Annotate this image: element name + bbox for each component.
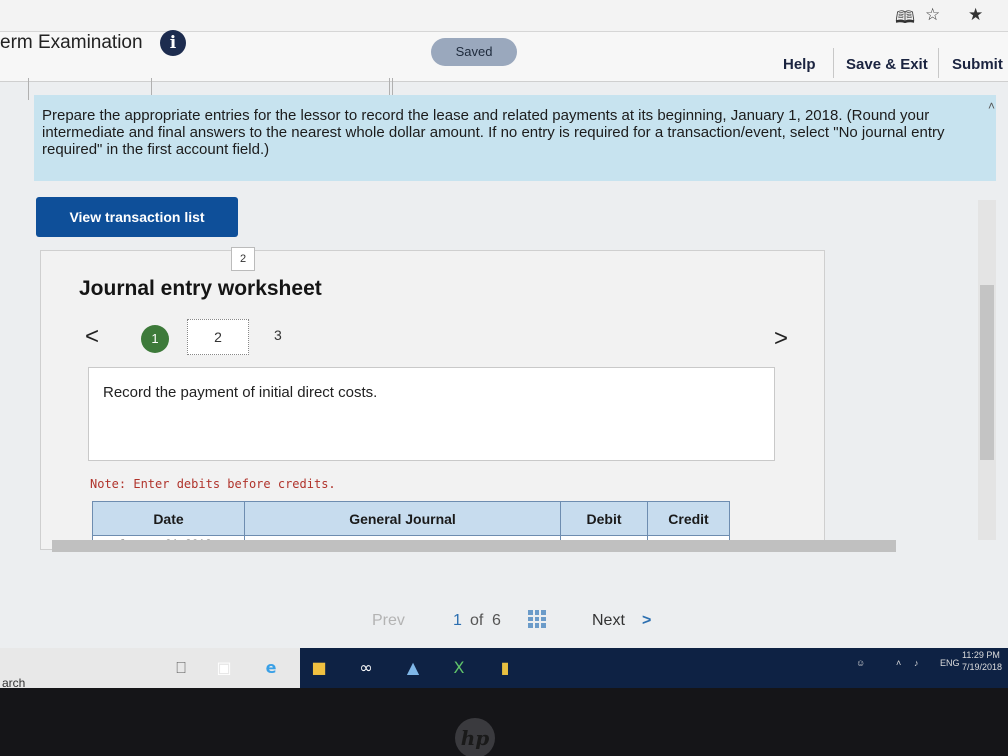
page-total: 6 xyxy=(492,612,501,629)
table-header-row: Date General Journal Debit Credit xyxy=(92,501,730,536)
screen: 🕮 ☆ ★ erm Examination i Saved Help Save … xyxy=(0,0,1008,648)
microphone-icon[interactable]: ⎕ xyxy=(170,658,192,678)
photos-icon[interactable]: ▲ xyxy=(402,658,424,678)
credit-header: Credit xyxy=(647,501,730,536)
view-transaction-list-button[interactable]: View transaction list xyxy=(36,197,238,237)
hp-logo: hp xyxy=(455,718,495,756)
file-explorer-icon[interactable]: ■ xyxy=(308,658,330,678)
help-link[interactable]: Help xyxy=(783,56,816,73)
app-header: erm Examination i Saved Help Save & Exit… xyxy=(0,30,1008,82)
exam-title: erm Examination xyxy=(0,32,143,53)
favorites-bar-icon[interactable]: ★ xyxy=(968,5,983,25)
debit-header: Debit xyxy=(560,501,648,536)
worksheet-badge: 2 xyxy=(231,247,255,271)
volume-icon[interactable]: ♪ xyxy=(914,658,919,668)
star-icon[interactable]: ☆ xyxy=(925,5,940,25)
step-1-button[interactable]: 1 xyxy=(141,325,169,353)
info-icon[interactable]: i xyxy=(160,30,186,56)
chevron-up-icon[interactable]: ˄ xyxy=(896,658,901,668)
task-view-icon[interactable]: ▣ xyxy=(213,658,235,678)
page-current: 1 xyxy=(453,612,462,629)
submit-link[interactable]: Submit xyxy=(952,56,1003,73)
step-2-button[interactable]: 2 xyxy=(187,319,249,355)
excel-icon[interactable]: X xyxy=(448,658,470,678)
general-journal-header: General Journal xyxy=(244,501,561,536)
vertical-scrollbar[interactable] xyxy=(978,200,996,540)
date-header: Date xyxy=(92,501,245,536)
infinity-app-icon[interactable]: ∞ xyxy=(355,658,377,678)
clock-date[interactable]: 7/19/2018 xyxy=(962,662,1002,672)
prev-button[interactable]: Prev xyxy=(372,612,405,630)
browser-toolbar: 🕮 ☆ ★ xyxy=(0,0,1008,32)
instructions-text: Prepare the appropriate entries for the … xyxy=(42,107,945,158)
horizontal-scrollbar[interactable] xyxy=(52,540,896,552)
step-description-text: Record the payment of initial direct cos… xyxy=(103,384,378,401)
scrollbar-thumb[interactable] xyxy=(980,285,994,460)
journal-worksheet-panel: 2 Journal entry worksheet < 1 2 3 > Reco… xyxy=(40,247,825,552)
header-divider xyxy=(833,48,834,78)
debits-note: Note: Enter debits before credits. xyxy=(90,477,336,491)
page-grid-icon[interactable] xyxy=(528,610,546,628)
language-indicator[interactable]: ENG xyxy=(940,658,960,668)
step-description: Record the payment of initial direct cos… xyxy=(88,367,775,461)
windows-taskbar: arch ⎕ ▣ e ■ ∞ ▲ X ▮ ☺ ˄ ♪ ENG 11:29 PM … xyxy=(0,648,1008,690)
save-exit-link[interactable]: Save & Exit xyxy=(846,56,928,73)
chevron-up-icon[interactable]: ˄ xyxy=(988,99,995,113)
edge-browser-icon[interactable]: e xyxy=(260,658,282,678)
worksheet-title: Journal entry worksheet xyxy=(79,277,322,300)
chevron-right-icon[interactable]: > xyxy=(774,325,788,353)
next-arrow-icon[interactable]: > xyxy=(642,612,651,630)
reading-view-icon[interactable]: 🕮 xyxy=(895,5,915,34)
sticky-notes-icon[interactable]: ▮ xyxy=(494,658,516,678)
instructions-panel: Prepare the appropriate entries for the … xyxy=(34,95,996,181)
chevron-left-icon[interactable]: < xyxy=(85,323,99,351)
next-button[interactable]: Next xyxy=(592,612,625,630)
taskbar-search[interactable]: arch xyxy=(0,648,300,690)
page-of-label: of xyxy=(470,612,484,629)
people-icon[interactable]: ☺ xyxy=(856,658,865,668)
saved-status-badge: Saved xyxy=(431,38,517,66)
clock-time[interactable]: 11:29 PM xyxy=(962,650,1000,660)
header-divider xyxy=(938,48,939,78)
laptop-bezel xyxy=(0,688,1008,756)
step-3-button[interactable]: 3 xyxy=(274,327,282,343)
